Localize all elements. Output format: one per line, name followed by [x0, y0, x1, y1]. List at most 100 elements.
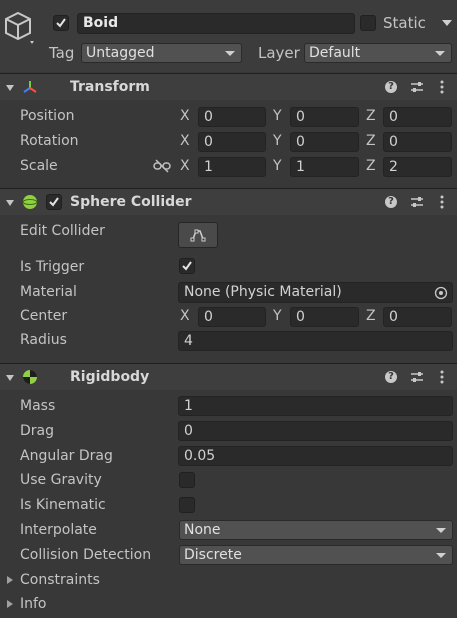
constraints-label: Constraints [20, 572, 100, 588]
help-icon[interactable]: ? [385, 196, 397, 208]
foldout-collapsed-icon [7, 600, 13, 608]
foldout-collapsed-icon [7, 576, 13, 584]
kebab-menu-icon[interactable] [434, 194, 450, 210]
scale-label: Scale [20, 158, 58, 174]
constraints-foldout[interactable]: Constraints [0, 570, 200, 590]
layer-dropdown[interactable]: Default [304, 43, 452, 63]
rotation-x-field[interactable]: 0 [198, 132, 266, 152]
transform-title: Transform [70, 79, 150, 95]
position-z-field[interactable]: 0 [383, 107, 452, 127]
foldout-arrow-icon [6, 375, 14, 381]
is-kinematic-label: Is Kinematic [20, 497, 106, 513]
axis-y-label[interactable]: Y [273, 157, 282, 175]
static-checkbox[interactable] [360, 15, 376, 31]
tag-dropdown[interactable]: Untagged [81, 43, 242, 63]
position-y-field[interactable]: 0 [290, 107, 359, 127]
transform-axes-icon [23, 81, 37, 93]
radius-label: Radius [20, 332, 67, 348]
interpolate-label: Interpolate [20, 522, 97, 538]
checkmark-icon [182, 261, 192, 271]
rotation-y-field[interactable]: 0 [290, 132, 359, 152]
static-dropdown-icon[interactable] [442, 20, 452, 26]
axis-y-label[interactable]: Y [273, 132, 282, 150]
kebab-menu-icon[interactable] [434, 369, 450, 385]
material-value: None (Physic Material) [184, 284, 342, 300]
presets-icon[interactable] [409, 194, 425, 210]
position-x-field[interactable]: 0 [198, 107, 266, 127]
layer-value: Default [309, 45, 361, 61]
material-field[interactable]: None (Physic Material) [178, 282, 453, 303]
presets-icon[interactable] [409, 79, 425, 95]
use-gravity-label: Use Gravity [20, 472, 102, 488]
axis-z-label[interactable]: Z [366, 132, 376, 150]
help-icon[interactable]: ? [385, 371, 397, 383]
transform-header[interactable]: Transform ? [0, 73, 457, 100]
object-name-field[interactable]: Boid [77, 13, 355, 34]
axis-z-label[interactable]: Z [366, 107, 376, 125]
edit-collider-button[interactable] [178, 222, 218, 248]
position-label: Position [20, 108, 75, 124]
scale-x-field[interactable]: 1 [198, 157, 266, 177]
object-picker-icon[interactable] [434, 286, 448, 300]
scale-y-field[interactable]: 1 [290, 157, 359, 177]
axis-x-label[interactable]: X [180, 132, 190, 150]
presets-icon[interactable] [409, 369, 425, 385]
collision-detection-label: Collision Detection [20, 547, 152, 563]
foldout-arrow-icon [6, 200, 14, 206]
center-y-field[interactable]: 0 [290, 307, 359, 327]
layer-label: Layer [258, 44, 300, 62]
kebab-menu-icon[interactable] [434, 79, 450, 95]
checkmark-icon [56, 18, 66, 28]
is-kinematic-checkbox[interactable] [179, 497, 195, 513]
chevron-down-icon [435, 51, 445, 56]
is-trigger-checkbox[interactable] [179, 258, 195, 274]
axis-y-label[interactable]: Y [273, 307, 282, 325]
sphere-collider-title: Sphere Collider [70, 194, 192, 210]
center-z-field[interactable]: 0 [383, 307, 452, 327]
rigidbody-title: Rigidbody [70, 369, 150, 385]
axis-x-label[interactable]: X [180, 307, 190, 325]
interpolate-value: None [184, 522, 221, 538]
collision-detection-value: Discrete [184, 547, 242, 563]
unlinked-chain-icon[interactable] [153, 158, 171, 174]
foldout-arrow-icon [6, 85, 14, 91]
axis-z-label[interactable]: Z [366, 157, 376, 175]
is-trigger-label: Is Trigger [20, 259, 85, 275]
mass-field[interactable]: 1 [178, 396, 453, 416]
rotation-z-field[interactable]: 0 [383, 132, 452, 152]
rotation-label: Rotation [20, 133, 79, 149]
chevron-down-icon [436, 553, 446, 558]
radius-field[interactable]: 4 [178, 331, 453, 351]
sphere-collider-enabled-checkbox[interactable] [46, 194, 62, 210]
axis-x-label[interactable]: X [180, 107, 190, 125]
tag-label: Tag [49, 44, 75, 62]
use-gravity-checkbox[interactable] [179, 472, 195, 488]
interpolate-dropdown[interactable]: None [179, 520, 453, 540]
axis-z-label[interactable]: Z [366, 307, 376, 325]
info-label: Info [20, 596, 47, 612]
axis-x-label[interactable]: X [180, 157, 190, 175]
axis-y-label[interactable]: Y [273, 107, 282, 125]
rigidbody-icon [23, 370, 37, 384]
chevron-down-icon [225, 51, 235, 56]
collision-detection-dropdown[interactable]: Discrete [179, 545, 453, 565]
chevron-down-icon [436, 528, 446, 533]
info-foldout[interactable]: Info [0, 594, 200, 614]
active-checkbox[interactable] [53, 15, 69, 31]
help-icon[interactable]: ? [385, 81, 397, 93]
cube-icon[interactable] [4, 10, 34, 44]
drag-field[interactable]: 0 [178, 421, 453, 441]
angular-drag-field[interactable]: 0.05 [178, 446, 453, 466]
edit-collider-label: Edit Collider [20, 223, 105, 239]
center-x-field[interactable]: 0 [198, 307, 266, 327]
mass-label: Mass [20, 398, 56, 414]
center-label: Center [20, 308, 68, 324]
scale-z-field[interactable]: 2 [383, 157, 452, 177]
checkmark-icon [49, 197, 59, 207]
sphere-collider-header[interactable]: Sphere Collider ? [0, 188, 457, 215]
rigidbody-header[interactable]: Rigidbody ? [0, 363, 457, 390]
sphere-collider-icon [22, 195, 38, 209]
angular-drag-label: Angular Drag [20, 448, 113, 464]
drag-label: Drag [20, 423, 55, 439]
edit-collider-icon [190, 229, 206, 242]
